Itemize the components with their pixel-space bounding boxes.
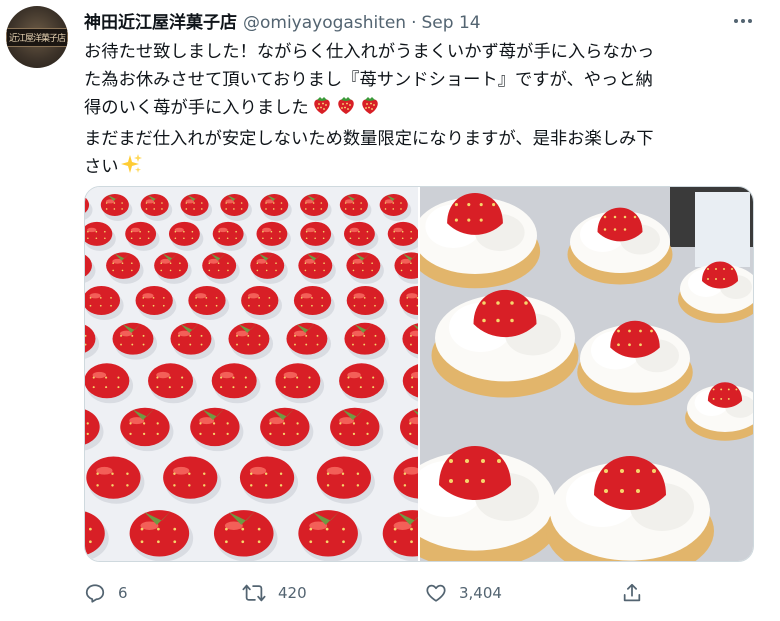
- media-grid: [84, 186, 754, 562]
- sparkles-emoji-icon: [120, 153, 143, 184]
- strawberry-emoji-icon: [359, 94, 381, 125]
- more-dot-icon: [734, 19, 738, 23]
- tweet-text-line: た為お休みさせて頂いておりまし『苺サンドショート』ですが、やっと納: [84, 70, 653, 90]
- retweet-icon: [242, 584, 266, 602]
- tweet-text-line: さい: [84, 153, 749, 184]
- more-options-button[interactable]: [728, 6, 758, 36]
- tweet-text-line: 得のいく苺が手に入りました: [84, 94, 749, 125]
- action-bar: 6 420 3,404: [84, 576, 644, 610]
- tweet-text-line: お待たせ致しました！ながらく仕入れがうまくいかず苺が手に入らなかっ: [84, 42, 655, 62]
- strawberry-emoji-icon: [311, 94, 333, 125]
- reply-count: 6: [118, 584, 128, 602]
- strawberry-emoji-icon: [335, 94, 357, 125]
- more-dot-icon: [748, 19, 752, 23]
- separator-dot: ·: [411, 13, 417, 33]
- avatar[interactable]: 近江屋洋菓子店: [6, 6, 68, 68]
- photo-shortcakes[interactable]: [420, 187, 753, 561]
- retweet-count: 420: [278, 584, 307, 602]
- avatar-sign: 近江屋洋菓子店: [6, 27, 68, 47]
- author-handle[interactable]: @omiyayogashiten: [243, 13, 406, 33]
- more-dot-icon: [741, 19, 745, 23]
- like-button[interactable]: 3,404: [425, 576, 502, 610]
- author-name[interactable]: 神田近江屋洋菓子店: [84, 8, 237, 33]
- tweet-text: お待たせ致しました！ながらく仕入れがうまくいかず苺が手に入らなかっ た為お休みさ…: [84, 38, 749, 184]
- tweet-header: 神田近江屋洋菓子店 @omiyayogashiten · Sep 14: [84, 8, 481, 33]
- reply-icon: [85, 584, 105, 603]
- tweet-text-line: まだまだ仕入れが安定しないため数量限定になりますが、是非お楽しみ下: [84, 129, 654, 149]
- heart-icon: [426, 584, 446, 602]
- strawberries-illustration: [85, 187, 418, 561]
- shortcakes-illustration: [420, 187, 753, 561]
- like-count: 3,404: [459, 584, 502, 602]
- tweet: 近江屋洋菓子店 神田近江屋洋菓子店 @omiyayogashiten · Sep…: [0, 0, 780, 621]
- retweet-button[interactable]: 420: [242, 576, 307, 610]
- tweet-date[interactable]: Sep 14: [422, 13, 481, 33]
- share-button[interactable]: [621, 576, 643, 610]
- reply-button[interactable]: 6: [84, 576, 128, 610]
- share-icon: [623, 583, 641, 602]
- photo-strawberries[interactable]: [85, 187, 420, 561]
